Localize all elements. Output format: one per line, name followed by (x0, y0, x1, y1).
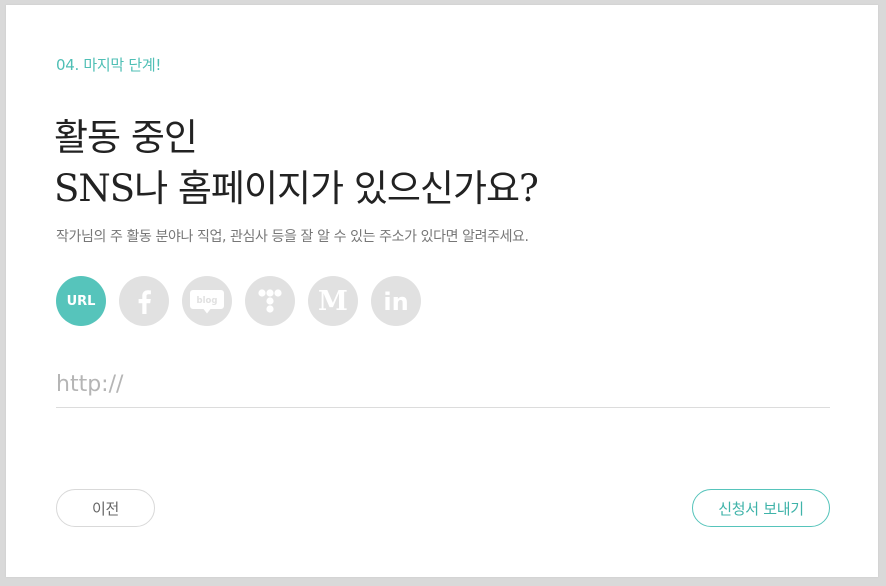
link-type-selector: URL blog M in (56, 276, 421, 326)
blog-glyph: blog (190, 290, 224, 314)
send-application-button[interactable]: 신청서 보내기 (692, 489, 830, 527)
linkedin-icon[interactable]: in (371, 276, 421, 326)
blog-icon[interactable]: blog (182, 276, 232, 326)
facebook-glyph (138, 290, 151, 314)
tistory-icon[interactable] (245, 276, 295, 326)
linkedin-glyph: in (383, 288, 408, 316)
title-line-2: SNS나 홈페이지가 있으신가요? (54, 167, 539, 210)
page-description: 작가님의 주 활동 분야나 직업, 관심사 등을 잘 알 수 있는 주소가 있다… (56, 229, 529, 245)
application-card: 04. 마지막 단계! 활동 중인 SNS나 홈페이지가 있으신가요? 작가님의… (6, 5, 878, 577)
step-indicator: 04. 마지막 단계! (56, 56, 162, 74)
facebook-icon[interactable] (119, 276, 169, 326)
url-icon-label: URL (66, 293, 96, 309)
medium-glyph: M (318, 286, 348, 317)
medium-icon-label: M (318, 286, 348, 317)
linkedin-icon-label: in (383, 288, 408, 316)
url-type-button[interactable]: URL (56, 276, 106, 326)
page-title: 활동 중인 SNS나 홈페이지가 있으신가요? (54, 112, 539, 214)
url-input[interactable] (56, 361, 830, 408)
blog-icon-label: blog (197, 296, 218, 306)
prev-button[interactable]: 이전 (56, 489, 155, 527)
medium-icon[interactable]: M (308, 276, 358, 326)
title-line-1: 활동 중인 (54, 116, 198, 159)
tistory-glyph (258, 289, 282, 313)
